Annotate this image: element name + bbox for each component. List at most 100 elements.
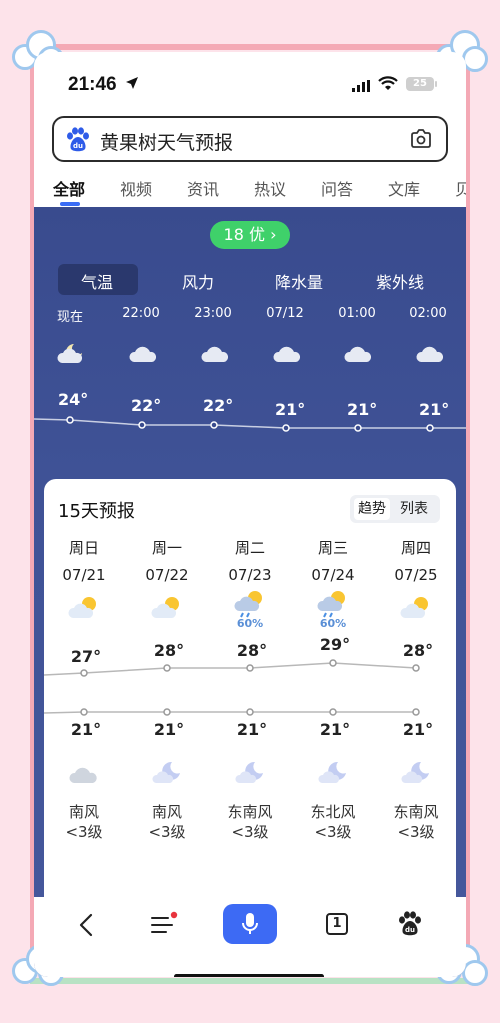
hour-time: 现在 xyxy=(56,310,83,325)
day-weekday: 周二 xyxy=(234,539,265,557)
tab-all[interactable]: 全部 xyxy=(53,176,85,200)
svg-text:du: du xyxy=(73,142,83,150)
hour-time: 02:00 xyxy=(409,306,447,321)
aqi-badge[interactable]: 18 优 › xyxy=(210,221,290,249)
tab-active-indicator xyxy=(60,202,80,206)
hourly-temperature-curve xyxy=(34,416,466,432)
day-weekday: 周四 xyxy=(400,539,431,557)
day-date: 07/25 xyxy=(394,566,438,584)
voice-search-button[interactable] xyxy=(223,904,277,944)
back-arrow-icon[interactable] xyxy=(78,913,94,937)
hour-temperature: 21° xyxy=(347,400,378,419)
low-temperature: 21° xyxy=(153,720,185,739)
partly-sunny-icon xyxy=(400,597,428,618)
hour-temperature: 21° xyxy=(275,400,306,419)
moon-icon xyxy=(401,761,429,783)
forecast-title: 15天预报 xyxy=(58,501,135,522)
home-indicator[interactable] xyxy=(174,974,324,977)
low-temperature: 21° xyxy=(319,720,351,739)
wind-level: <3级 xyxy=(397,823,435,841)
wind-info: 东南风 <3级 xyxy=(210,802,290,842)
moon-icon xyxy=(318,761,346,783)
mode-tab-temperature[interactable]: 气温 xyxy=(81,269,113,293)
tab-library[interactable]: 文库 xyxy=(388,176,420,200)
hour-time: 07/12 xyxy=(266,306,304,321)
cloud-icon xyxy=(273,346,301,362)
wind-direction: 南风 xyxy=(151,803,182,821)
hourly-item: 23:00 xyxy=(185,306,241,321)
low-temperature: 21° xyxy=(70,720,102,739)
status-time: 21:46 xyxy=(68,74,117,95)
tabs-count-button[interactable]: 1 xyxy=(326,913,348,935)
precipitation-probability: 60% xyxy=(319,617,347,630)
day-weekday: 周三 xyxy=(317,539,348,557)
chevron-right-icon: › xyxy=(270,225,277,244)
forecast-day[interactable]: 周四 07/25 xyxy=(381,537,451,584)
toggle-trend[interactable]: 趋势 xyxy=(354,498,390,520)
wind-info: 东南风 <3级 xyxy=(376,802,456,842)
camera-icon[interactable] xyxy=(410,129,432,149)
tab-more[interactable]: 贝 xyxy=(455,176,466,200)
hour-temperature: 22° xyxy=(131,396,162,415)
sun-shower-icon xyxy=(317,591,345,618)
forecast-day[interactable]: 周一 07/22 xyxy=(132,537,202,584)
high-temperature: 28° xyxy=(236,641,268,660)
mode-tab-uv[interactable]: 紫外线 xyxy=(376,269,424,293)
hourly-item: 07/12 xyxy=(257,306,313,321)
day-date: 07/23 xyxy=(228,566,272,584)
aqi-value: 18 优 xyxy=(223,225,271,244)
tab-video[interactable]: 视频 xyxy=(120,176,152,200)
search-query: 黄果树天气预报 xyxy=(100,132,234,154)
cloud-icon xyxy=(69,767,97,783)
partly-sunny-icon xyxy=(68,597,96,618)
wind-info: 南风 <3级 xyxy=(44,802,124,842)
high-temperature: 27° xyxy=(70,647,102,666)
search-input[interactable]: du 黄果树天气预报 xyxy=(52,116,448,162)
high-temperature: 28° xyxy=(402,641,434,660)
low-temperature: 21° xyxy=(236,720,268,739)
location-arrow-icon xyxy=(126,77,138,89)
day-weekday: 周一 xyxy=(151,539,182,557)
menu-icon[interactable] xyxy=(150,911,178,937)
cloud-icon xyxy=(201,346,229,362)
wind-direction: 东南风 xyxy=(393,803,439,821)
day-date: 07/22 xyxy=(145,566,189,584)
search-tabs: 全部 视频 资讯 热议 问答 文库 贝 xyxy=(34,170,466,210)
hour-temperature: 21° xyxy=(419,400,450,419)
wind-direction: 南风 xyxy=(68,803,99,821)
wind-level: <3级 xyxy=(148,823,186,841)
cloud-icon xyxy=(416,346,444,362)
hourly-item: 22:00 xyxy=(113,306,169,321)
wind-info: 南风 <3级 xyxy=(127,802,207,842)
wind-level: <3级 xyxy=(314,823,352,841)
wind-info: 东北风 <3级 xyxy=(293,802,373,842)
tab-qa[interactable]: 问答 xyxy=(321,176,353,200)
toggle-list[interactable]: 列表 xyxy=(396,498,432,520)
wind-level: <3级 xyxy=(231,823,269,841)
wind-level: <3级 xyxy=(65,823,103,841)
tab-news[interactable]: 资讯 xyxy=(187,176,219,200)
weather-mode-tabs: 气温 风力 降水量 紫外线 xyxy=(34,264,466,296)
precipitation-probability: 60% xyxy=(236,617,264,630)
wifi-icon xyxy=(378,76,398,90)
forecast-day[interactable]: 周三 07/24 xyxy=(298,537,368,584)
day-weekday: 周日 xyxy=(68,539,99,557)
signal-icon xyxy=(352,80,370,92)
battery-indicator: 25 xyxy=(406,77,437,91)
hour-time: 23:00 xyxy=(194,306,232,321)
mode-tab-precipitation[interactable]: 降水量 xyxy=(275,269,323,293)
tab-discussion[interactable]: 热议 xyxy=(254,176,286,200)
view-toggle: 趋势 列表 xyxy=(350,495,440,523)
hour-temperature: 22° xyxy=(203,396,234,415)
forecast-day[interactable]: 周日 07/21 xyxy=(49,537,119,584)
day-date: 07/21 xyxy=(62,566,106,584)
low-temperature: 21° xyxy=(402,720,434,739)
hour-temperature: 24° xyxy=(58,390,89,409)
mode-tab-wind[interactable]: 风力 xyxy=(182,269,214,293)
bottom-nav: 1 du xyxy=(34,897,466,977)
hour-time: 01:00 xyxy=(338,306,376,321)
status-bar: 21:46 25 xyxy=(34,52,466,114)
forecast-day[interactable]: 周二 07/23 xyxy=(215,537,285,584)
baidu-paw-icon[interactable]: du xyxy=(398,911,422,937)
high-temperature: 28° xyxy=(153,641,185,660)
